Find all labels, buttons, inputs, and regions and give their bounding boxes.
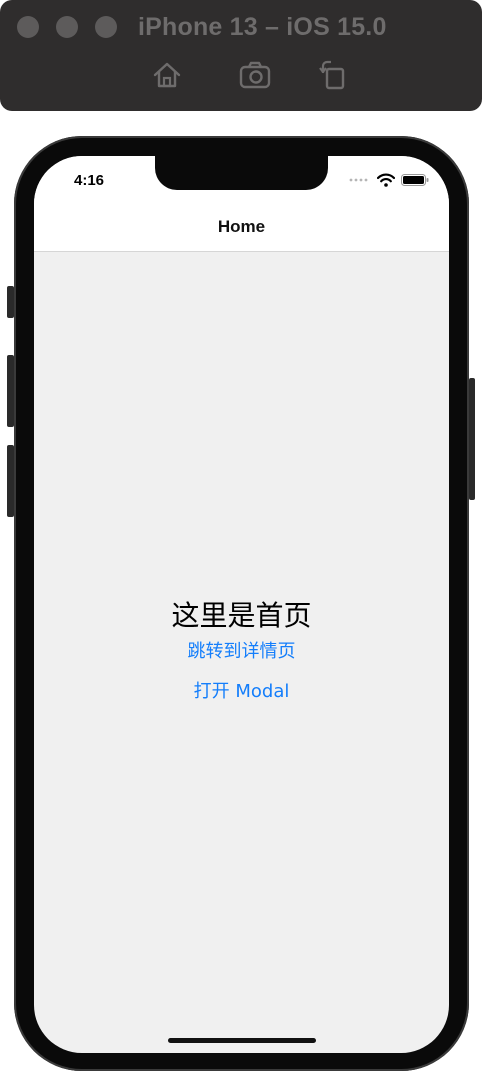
status-icons [339, 173, 429, 187]
screenshot-icon [239, 61, 271, 89]
signal-dots-icon [349, 178, 368, 182]
battery-icon [401, 174, 429, 186]
simulator-title: iPhone 13 – iOS 15.0 [138, 13, 387, 41]
window-minimize-button[interactable] [56, 16, 78, 38]
home-indicator[interactable] [168, 1038, 316, 1043]
window-close-button[interactable] [17, 16, 39, 38]
detail-link[interactable]: 跳转到详情页 [34, 637, 449, 663]
simulator-window: iPhone 13 – iOS 15.0 Home 4:16 这里是首页 跳转到… [0, 0, 482, 1076]
power-button [469, 378, 475, 500]
notch [155, 156, 328, 190]
home-content: 这里是首页 跳转到详情页 打开 Modal [34, 252, 449, 1053]
mute-switch [7, 286, 14, 318]
status-time: 4:16 [74, 172, 105, 189]
nav-title: Home [217, 217, 266, 236]
phone-screen: Home 4:16 这里是首页 跳转到详情页 打开 Modal [34, 156, 449, 1053]
wifi-icon [377, 173, 395, 187]
screenshot-button[interactable] [238, 58, 272, 92]
window-zoom-button[interactable] [95, 16, 117, 38]
rotate-button[interactable] [316, 58, 350, 92]
page-headline: 这里是首页 [171, 599, 312, 632]
rotate-icon [319, 60, 345, 90]
home-icon [153, 62, 181, 88]
volume-up-button [7, 355, 14, 427]
simulator-titlebar: iPhone 13 – iOS 15.0 [0, 0, 482, 111]
volume-down-button [7, 445, 14, 517]
open-modal-link[interactable]: 打开 Modal [34, 677, 449, 703]
home-button[interactable] [150, 58, 184, 92]
